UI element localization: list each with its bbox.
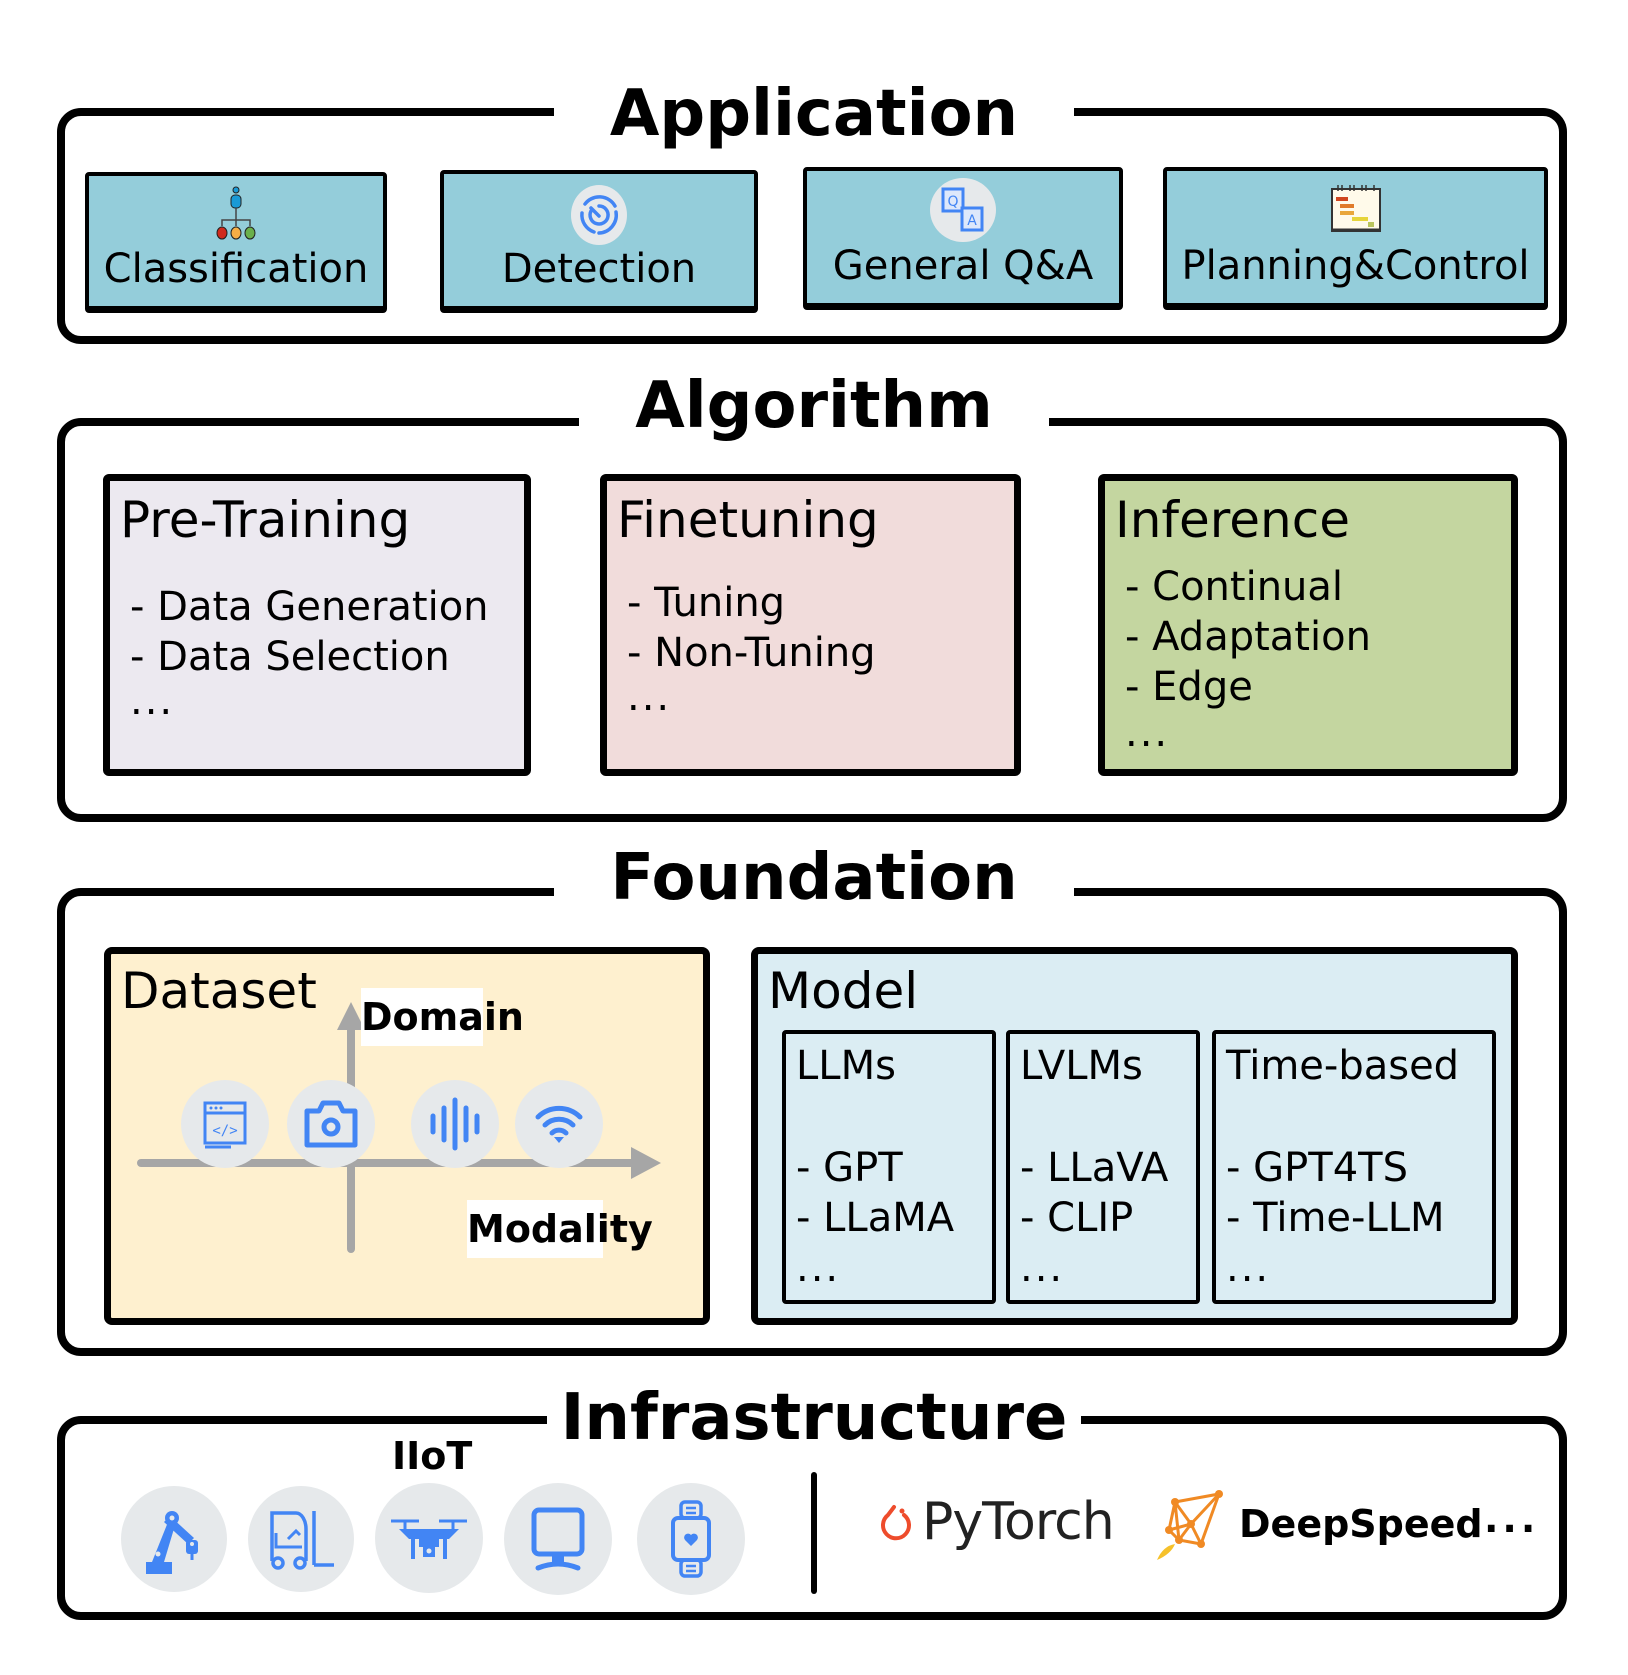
algorithm-more: ... [1125,710,1170,756]
model-more: ... [1226,1245,1271,1291]
framework-pytorch[interactable]: PyTorch [880,1492,1115,1552]
model-item: - GPT4TS [1226,1145,1408,1191]
algorithm-item: - Data Selection [130,634,450,680]
infrastructure-layer-title: Infrastructure [0,1381,1628,1455]
application-item-label: Classification [103,246,369,292]
deepspeed-logo-icon [1155,1488,1227,1560]
algorithm-item: - Continual [1125,564,1344,610]
monitor-icon [504,1483,612,1595]
svg-text:Q: Q [947,194,958,210]
model-item: - LLaMA [796,1195,955,1241]
forklift-icon [248,1486,354,1592]
camera-icon [287,1080,375,1168]
algorithm-layer-title: Algorithm [0,369,1628,443]
modality-axis-arrow [631,1147,661,1179]
qa-icon: Q A [929,177,997,247]
model-group-title: Time-based [1226,1043,1460,1089]
iiot-label: IIoT [392,1434,473,1478]
model-title: Model [768,962,919,1020]
algorithm-more: ... [130,678,175,724]
model-group-time-based[interactable]: Time-based - GPT4TS - Time-LLM ... [1212,1030,1496,1304]
algorithm-box-title: Pre-Training [120,491,411,549]
framework-deepspeed[interactable]: DeepSpeed [1155,1488,1483,1560]
model-more: ... [1020,1245,1065,1291]
algorithm-item: - Non-Tuning [627,630,876,676]
drone-icon [375,1483,483,1593]
model-group-title: LVLMs [1020,1043,1143,1089]
audio-wave-icon [411,1080,499,1168]
application-detection[interactable]: Detection [440,170,758,310]
model-item: - GPT [796,1145,903,1191]
framework-name: DeepSpeed [1239,1502,1483,1546]
algorithm-item: - Tuning [627,580,786,626]
model-box[interactable]: Model LLMs - GPT - LLaMA ... LVLMs - LLa… [751,947,1518,1325]
gantt-chart-icon [1330,185,1382,237]
model-group-llms[interactable]: LLMs - GPT - LLaMA ... [782,1030,996,1304]
algorithm-title-text: Algorithm [579,369,1049,443]
application-layer-title: Application [0,77,1628,151]
wifi-signal-icon [515,1080,603,1168]
hierarchy-tree-icon [216,184,256,248]
model-item: - LLaVA [1020,1145,1169,1191]
dataset-box[interactable]: Dataset Domain Modality </> [104,947,710,1325]
model-group-lvlms[interactable]: LVLMs - LLaVA - CLIP ... [1006,1030,1200,1304]
application-general-qa[interactable]: Q A General Q&A [803,167,1123,307]
application-item-label: Planning&Control [1181,243,1530,289]
pytorch-logo-icon [880,1499,914,1545]
algorithm-pretraining-box[interactable]: Pre-Training - Data Generation - Data Se… [103,474,531,776]
framework-name: PyTorch [922,1492,1115,1552]
algorithm-box-title: Finetuning [617,491,879,549]
svg-text:</>: </> [212,1123,237,1139]
svg-text:A: A [967,213,977,229]
application-item-label: Detection [501,246,697,292]
model-item: - Time-LLM [1226,1195,1445,1241]
smartwatch-icon [637,1483,745,1595]
application-title-text: Application [553,77,1075,151]
foundation-title-text: Foundation [554,841,1074,915]
algorithm-box-title: Inference [1115,491,1350,549]
algorithm-item: - Edge [1125,664,1253,710]
algorithm-inference-box[interactable]: Inference - Continual - Adaptation - Edg… [1098,474,1518,776]
robot-arm-icon [121,1486,227,1592]
algorithm-item: - Data Generation [130,584,489,630]
application-classification[interactable]: Classification [85,172,387,310]
application-item-label: General Q&A [832,243,1094,289]
model-item: - CLIP [1020,1195,1134,1241]
model-group-title: LLMs [796,1043,896,1089]
infrastructure-title-text: Infrastructure [546,1381,1082,1455]
model-more: ... [796,1245,841,1291]
algorithm-finetuning-box[interactable]: Finetuning - Tuning - Non-Tuning ... [600,474,1021,776]
infrastructure-more: ... [1484,1497,1540,1541]
foundation-layer-title: Foundation [0,841,1628,915]
algorithm-more: ... [627,674,672,720]
domain-axis-label: Domain [361,988,524,1046]
code-window-icon: </> [181,1080,269,1168]
infrastructure-divider [811,1472,817,1594]
application-planning-control[interactable]: Planning&Control [1163,167,1548,307]
radar-icon [569,184,629,250]
algorithm-item: - Adaptation [1125,614,1371,660]
modality-axis-label: Modality [467,1200,653,1258]
